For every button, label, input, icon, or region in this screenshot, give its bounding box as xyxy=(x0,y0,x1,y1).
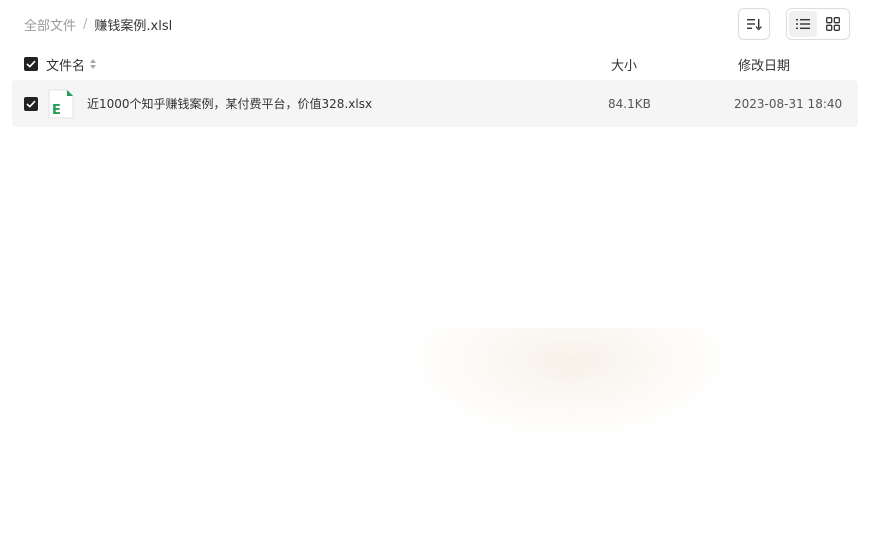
grid-view-icon xyxy=(826,17,840,31)
svg-text:E: E xyxy=(52,103,61,118)
sort-icon xyxy=(747,19,762,31)
view-toggle xyxy=(786,8,850,40)
list-view-icon xyxy=(796,19,810,29)
breadcrumb-separator: / xyxy=(83,16,88,32)
select-all-checkbox[interactable] xyxy=(24,57,38,71)
grid-view-button[interactable] xyxy=(819,11,847,37)
table-header: 文件名 大小 修改日期 xyxy=(12,50,858,78)
file-name[interactable]: 近1000个知乎赚钱案例，某付费平台，价值328.xlsx xyxy=(87,95,372,112)
check-icon xyxy=(26,60,36,68)
column-header-size: 大小 xyxy=(611,58,638,74)
excel-file-icon: E xyxy=(48,89,74,118)
column-header-name-label: 文件名 xyxy=(46,58,86,74)
column-header-name[interactable]: 文件名 xyxy=(46,55,97,74)
sort-arrows-icon xyxy=(90,59,97,69)
sort-button[interactable] xyxy=(738,8,770,40)
background-glow xyxy=(410,328,730,438)
file-modified-date: 2023-08-31 18:40 xyxy=(734,96,843,111)
row-checkbox[interactable] xyxy=(24,96,38,111)
table-row[interactable]: E 近1000个知乎赚钱案例，某付费平台，价值328.xlsx 84.1KB 2… xyxy=(12,80,858,127)
breadcrumb-root[interactable]: 全部文件 xyxy=(24,15,76,34)
breadcrumb: 全部文件 / 赚钱案例.xlsl xyxy=(24,14,172,34)
toolbar xyxy=(738,8,850,40)
check-icon xyxy=(26,100,36,108)
breadcrumb-current: 赚钱案例.xlsl xyxy=(94,18,173,34)
column-header-date: 修改日期 xyxy=(738,58,791,74)
list-view-button[interactable] xyxy=(789,11,817,37)
file-size: 84.1KB xyxy=(608,96,651,111)
file-browser: 全部文件 / 赚钱案例.xlsl 文件名 大小 修改日期 E 近1000个知乎赚… xyxy=(0,0,874,538)
